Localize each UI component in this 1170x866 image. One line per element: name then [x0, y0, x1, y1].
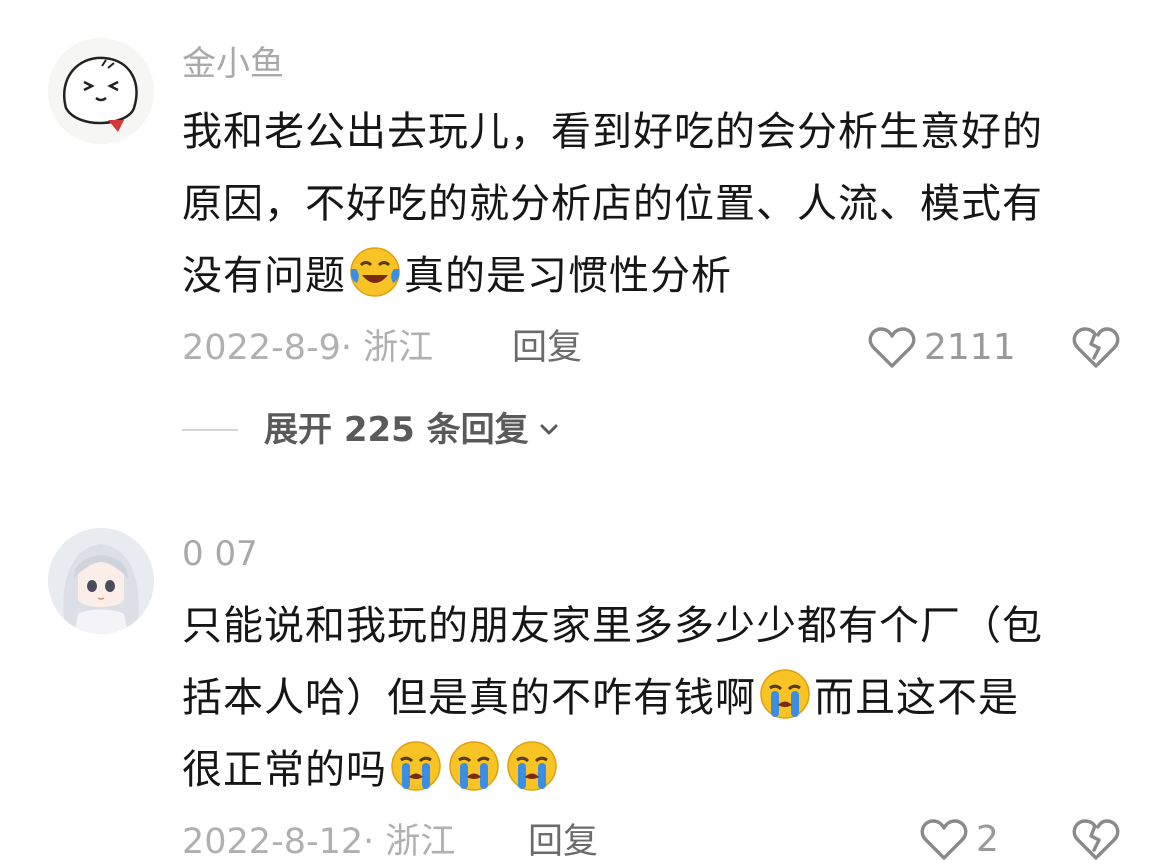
anime-girl-avatar-icon[interactable] [48, 528, 154, 634]
doodle-avatar-icon[interactable] [48, 38, 154, 144]
username[interactable]: 0 07 [182, 534, 258, 574]
expand-replies-button[interactable]: 展开 225 条回复 [182, 410, 563, 450]
comment-text-line: 很正常的吗 [182, 734, 1142, 806]
broken-heart-icon [1072, 326, 1120, 370]
reply-button[interactable]: 回复 [528, 822, 598, 862]
chevron-down-icon [540, 424, 558, 435]
like-count: 2 [976, 819, 999, 860]
comment-text-segment: 很正常的吗 [182, 747, 387, 793]
comment-text-segment: 真的是习惯性分析 [404, 253, 732, 299]
laugh-cry-emoji-icon [348, 245, 402, 299]
username[interactable]: 金小鱼 [182, 44, 284, 84]
comment-text-segment: 括本人哈）但是真的不咋有钱啊 [182, 675, 756, 721]
comment-text-line: 没有问题 真的是习惯性分析 [182, 240, 1142, 312]
loudly-crying-emoji-icon [447, 739, 501, 793]
broken-heart-icon [1072, 818, 1120, 862]
heart-icon [868, 326, 916, 370]
like-button[interactable]: 2 [920, 818, 999, 862]
comment-text-line: 我和老公出去玩儿，看到好吃的会分析生意好的 [182, 109, 1043, 155]
dislike-button[interactable] [1072, 818, 1120, 866]
comment-text-line: 括本人哈）但是真的不咋有钱啊 而且这不是 [182, 662, 1142, 734]
comment-text: 我和老公出去玩儿，看到好吃的会分析生意好的 原因，不好吃的就分析店的位置、人流、… [182, 96, 1142, 312]
comment-text-segment: 没有问题 [182, 253, 346, 299]
reply-button[interactable]: 回复 [512, 328, 582, 368]
comment-date-location: 2022-8-12· 浙江 [182, 822, 456, 862]
loudly-crying-emoji-icon [758, 667, 812, 721]
comment-date-location: 2022-8-9· 浙江 [182, 328, 434, 368]
loudly-crying-emoji-icon [505, 739, 559, 793]
heart-icon [920, 818, 968, 862]
comment-text-line: 原因，不好吃的就分析店的位置、人流、模式有 [182, 181, 1043, 227]
dislike-button[interactable] [1072, 326, 1120, 374]
divider [182, 429, 238, 431]
comment-text: 只能说和我玩的朋友家里多多少少都有个厂（包 括本人哈）但是真的不咋有钱啊 而且这不… [182, 590, 1142, 806]
like-button[interactable]: 2111 [868, 326, 1016, 370]
comment-text-line: 只能说和我玩的朋友家里多多少少都有个厂（包 [182, 603, 1043, 649]
loudly-crying-emoji-icon [389, 739, 443, 793]
like-count: 2111 [924, 327, 1016, 368]
expand-replies-label: 展开 225 条回复 [264, 410, 529, 450]
comment-text-segment: 而且这不是 [814, 675, 1019, 721]
